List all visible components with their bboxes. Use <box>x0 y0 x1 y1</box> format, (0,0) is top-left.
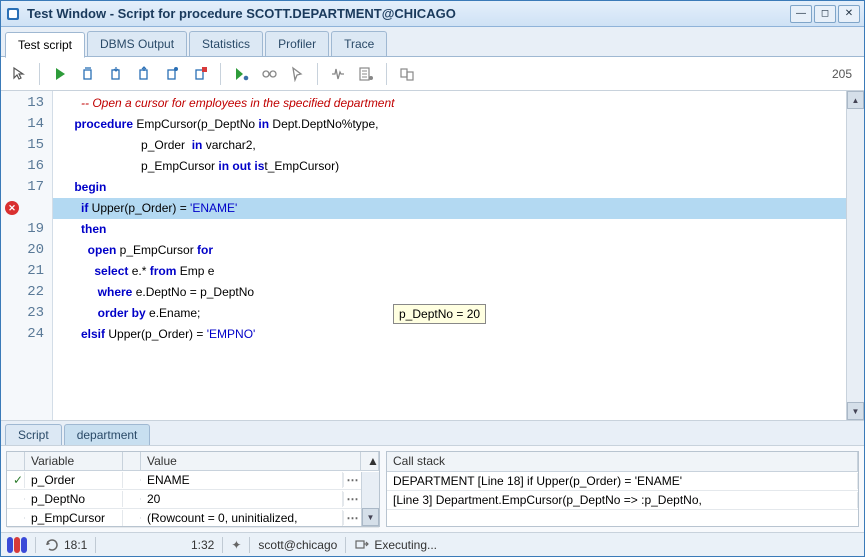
ellipsis-button[interactable]: ⋯ <box>343 492 361 506</box>
callstack-row[interactable]: DEPARTMENT [Line 18] if Upper(p_Order) =… <box>387 472 858 491</box>
export-icon[interactable] <box>395 62 419 86</box>
variable-row[interactable]: p_EmpCursor (Rowcount = 0, uninitialized,… <box>7 509 379 528</box>
cursor-tool-icon[interactable] <box>7 62 31 86</box>
gutter-line[interactable]: 13 <box>1 93 52 114</box>
bottom-tab-script[interactable]: Script <box>5 424 62 445</box>
panels: Variable Value ▲ ✓p_OrderENAME⋯p_DeptNo2… <box>1 446 864 532</box>
app-icon <box>5 6 21 22</box>
breakpoint-icon[interactable] <box>5 201 19 215</box>
gutter-line[interactable]: 24 <box>1 324 52 345</box>
titlebar: Test Window - Script for procedure SCOTT… <box>1 1 864 27</box>
code-line[interactable]: p_Order in varchar2, <box>53 135 846 156</box>
var-name[interactable]: p_Order <box>25 472 123 488</box>
refresh-icon <box>44 537 60 553</box>
callstack-header: Call stack <box>387 452 858 471</box>
gutter-line[interactable]: 19 <box>1 219 52 240</box>
run-icon[interactable] <box>48 62 72 86</box>
cursor-position: 1:32 <box>104 538 214 552</box>
scroll-up-icon[interactable]: ▲ <box>361 452 379 470</box>
tab-profiler[interactable]: Profiler <box>265 31 329 56</box>
pulse-icon[interactable] <box>326 62 350 86</box>
code-line[interactable]: where e.DeptNo = p_DeptNo <box>53 282 846 303</box>
minimize-button[interactable]: — <box>790 5 812 23</box>
row-check[interactable] <box>7 498 25 500</box>
code-line[interactable]: procedure EmpCursor(p_DeptNo in Dept.Dep… <box>53 114 846 135</box>
variable-row[interactable]: ✓p_Order ENAME⋯ <box>7 471 379 490</box>
line-indicator: 205 <box>832 67 852 81</box>
code-line[interactable]: elsif Upper(p_Order) = 'EMPNO' <box>53 324 846 345</box>
var-value[interactable]: 20 <box>141 491 343 507</box>
var-header-value[interactable]: Value <box>141 452 361 470</box>
tab-test-script[interactable]: Test script <box>5 32 85 58</box>
bottom-tabbar: Script department <box>1 421 864 446</box>
variables-panel: Variable Value ▲ ✓p_OrderENAME⋯p_DeptNo2… <box>6 451 380 527</box>
tab-dbms-output[interactable]: DBMS Output <box>87 31 187 56</box>
callstack-row[interactable]: [Line 3] Department.EmpCursor(p_DeptNo =… <box>387 491 858 510</box>
script-settings-icon[interactable] <box>354 62 378 86</box>
scroll-up-icon[interactable]: ▲ <box>847 91 864 109</box>
gutter-line[interactable]: 20 <box>1 240 52 261</box>
var-name[interactable]: p_EmpCursor <box>25 510 123 526</box>
code-line[interactable]: -- Open a cursor for employees in the sp… <box>53 93 846 114</box>
step-over-icon[interactable] <box>76 62 100 86</box>
editor-scrollbar[interactable]: ▲ ▼ <box>846 91 864 420</box>
gutter-line[interactable]: 16 <box>1 156 52 177</box>
exec-status: Executing... <box>354 537 858 553</box>
var-header-variable[interactable]: Variable <box>25 452 123 470</box>
variable-row[interactable]: p_DeptNo 20⋯ <box>7 490 379 509</box>
gutter[interactable]: 1314151617 192021222324 <box>1 91 53 420</box>
gutter-line[interactable]: 23 <box>1 303 52 324</box>
code-line[interactable]: select e.* from Emp e <box>53 261 846 282</box>
callstack-panel: Call stack DEPARTMENT [Line 18] if Upper… <box>386 451 859 527</box>
scroll-down-icon[interactable]: ▼ <box>847 402 864 420</box>
ellipsis-button[interactable]: ⋯ <box>343 511 361 525</box>
close-button[interactable]: ✕ <box>838 5 860 23</box>
gutter-line[interactable] <box>1 198 52 219</box>
db-status-icon <box>7 537 27 553</box>
var-value[interactable]: (Rowcount = 0, uninitialized, <box>141 510 343 526</box>
gutter-line[interactable]: 14 <box>1 114 52 135</box>
value-tooltip: p_DeptNo = 20 <box>393 304 486 324</box>
code-line[interactable]: then <box>53 219 846 240</box>
gutter-line[interactable]: 17 <box>1 177 52 198</box>
code-line[interactable]: open p_EmpCursor for <box>53 240 846 261</box>
step-out-icon[interactable] <box>132 62 156 86</box>
step-into-icon[interactable] <box>104 62 128 86</box>
refresh-status: 18:1 <box>44 537 87 553</box>
gutter-line[interactable]: 22 <box>1 282 52 303</box>
star-icon: ✦ <box>231 538 241 552</box>
code-editor[interactable]: 1314151617 192021222324 -- Open a cursor … <box>1 91 864 421</box>
var-name[interactable]: p_DeptNo <box>25 491 123 507</box>
code-line[interactable]: if Upper(p_Order) = 'ENAME' <box>53 198 846 219</box>
tab-trace[interactable]: Trace <box>331 31 387 56</box>
statusbar: 18:1 1:32 ✦ scott@chicago Executing... <box>1 532 864 556</box>
continue-icon[interactable] <box>229 62 253 86</box>
run-to-cursor-icon[interactable] <box>160 62 184 86</box>
window-title: Test Window - Script for procedure SCOTT… <box>27 6 790 21</box>
gutter-line[interactable]: 21 <box>1 261 52 282</box>
code-line[interactable]: begin <box>53 177 846 198</box>
connection-user: scott@chicago <box>258 538 337 552</box>
code-area[interactable]: -- Open a cursor for employees in the sp… <box>53 91 846 420</box>
gutter-line[interactable]: 15 <box>1 135 52 156</box>
var-value[interactable]: ENAME <box>141 472 343 488</box>
tab-statistics[interactable]: Statistics <box>189 31 263 56</box>
test-window: Test Window - Script for procedure SCOTT… <box>0 0 865 557</box>
scroll-down-icon[interactable]: ▼ <box>362 508 379 526</box>
maximize-button[interactable]: ◻ <box>814 5 836 23</box>
row-check[interactable]: ✓ <box>7 472 25 488</box>
bottom-tab-department[interactable]: department <box>64 424 151 445</box>
row-check[interactable] <box>7 517 25 519</box>
executing-icon <box>354 537 370 553</box>
watch-icon[interactable] <box>257 62 281 86</box>
main-tabbar: Test script DBMS Output Statistics Profi… <box>1 27 864 57</box>
ellipsis-button[interactable]: ⋯ <box>343 473 361 487</box>
locate-icon[interactable] <box>285 62 309 86</box>
run-to-exception-icon[interactable] <box>188 62 212 86</box>
code-line[interactable]: p_EmpCursor in out ist_EmpCursor) <box>53 156 846 177</box>
toolbar: 205 <box>1 57 864 91</box>
